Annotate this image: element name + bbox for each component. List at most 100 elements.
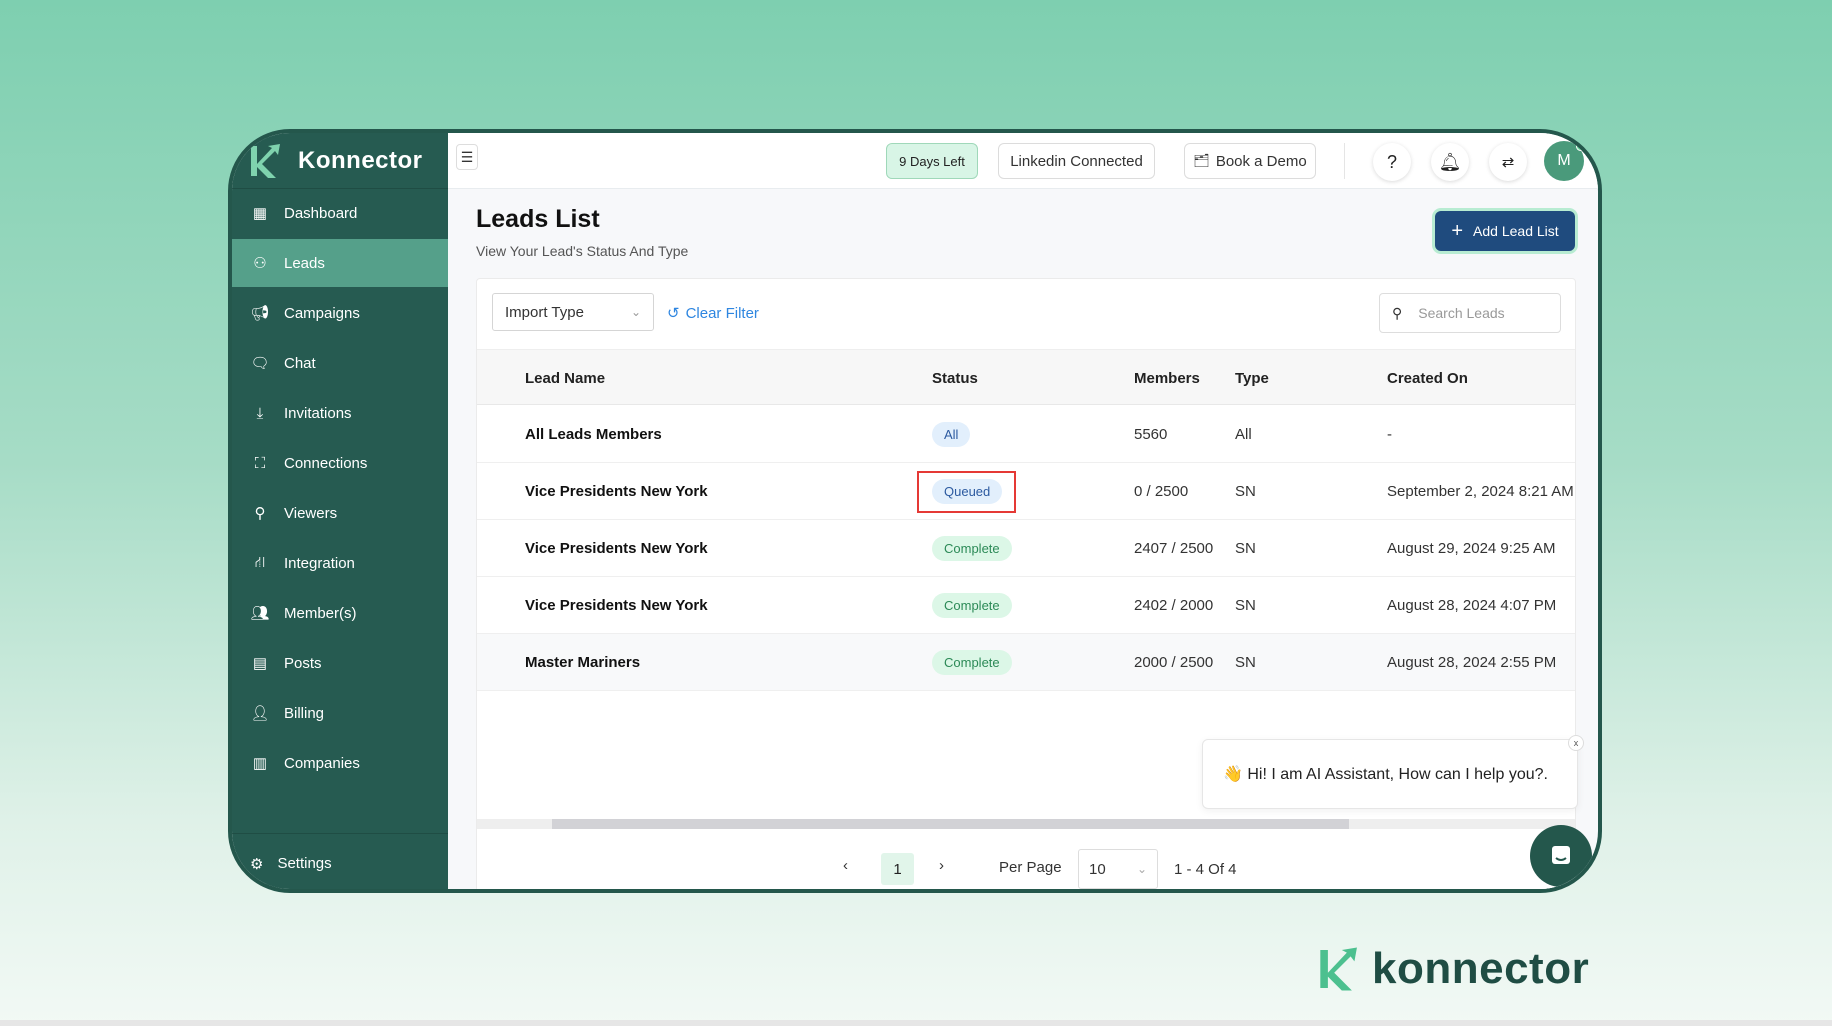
header-created-on[interactable]: Created On	[1387, 370, 1468, 387]
lead-name[interactable]: All Leads Members	[525, 426, 662, 443]
help-icon[interactable]: ?	[1373, 143, 1411, 181]
clear-filter-link[interactable]: ↺ Clear Filter	[667, 304, 759, 323]
scrollbar-thumb[interactable]	[552, 819, 1349, 829]
sidebar-item-label: Integration	[284, 554, 355, 572]
viewers-icon: ⚲	[254, 505, 266, 522]
created-on: August 28, 2024 4:07 PM	[1387, 597, 1557, 614]
import-type-label: Import Type	[505, 303, 584, 321]
sidebar-item-label: Member(s)	[284, 604, 357, 622]
table-row[interactable]: Master Mariners Complete 2000 / 2500 SN …	[477, 634, 1575, 691]
chat-icon: 🗨︎	[250, 355, 270, 372]
chevron-down-icon: ⌄	[630, 305, 641, 319]
chat-icon	[1552, 846, 1570, 864]
sidebar-item-leads[interactable]: ⚇ Leads	[232, 239, 448, 287]
header-status[interactable]: Status	[932, 370, 978, 387]
trial-days-badge[interactable]: 9 Days Left	[886, 143, 978, 179]
sidebar-item-campaigns[interactable]: 📢︎ Campaigns	[232, 289, 448, 337]
page-subtitle: View Your Lead's Status And Type	[476, 243, 689, 259]
sidebar-item-label: Chat	[284, 354, 316, 372]
linkedin-connected-button[interactable]: Linkedin Connected	[998, 143, 1155, 179]
sidebar-item-chat[interactable]: 🗨︎ Chat	[232, 339, 448, 387]
connections-icon: ⛶	[254, 454, 266, 472]
app-window: Konnector ▦ Dashboard ⚇ Leads 📢︎ Campaigns 🗨︎ C…	[228, 129, 1602, 893]
brand: Konnector	[232, 133, 448, 189]
lead-name[interactable]: Vice Presidents New York	[525, 540, 708, 557]
add-lead-list-button[interactable]: + Add Lead List	[1435, 211, 1575, 251]
close-chat-popup-button[interactable]: x	[1568, 735, 1584, 751]
divider	[1344, 143, 1345, 179]
status-badge: All	[932, 422, 971, 447]
lead-name[interactable]: Vice Presidents New York	[525, 483, 708, 500]
avatar-initial: M	[1557, 152, 1571, 169]
status-badge: Complete	[932, 536, 1012, 561]
ai-assistant-message: 👋 Hi! I am AI Assistant, How can I help …	[1223, 766, 1548, 783]
search-icon: ⚲	[1392, 304, 1403, 321]
megaphone-icon: 📢︎	[250, 305, 270, 322]
sidebar-item-posts[interactable]: ▤ Posts	[232, 639, 448, 687]
created-on: September 2, 2024 8:21 AM	[1387, 483, 1574, 500]
sidebar-item-viewers[interactable]: ⚲ Viewers	[232, 489, 448, 537]
horizontal-scrollbar[interactable]	[477, 819, 1575, 829]
chat-launcher-button[interactable]	[1530, 825, 1592, 887]
sidebar-item-billing[interactable]: 👤︎ Billing	[232, 689, 448, 737]
sidebar-item-connections[interactable]: ⛶ Connections	[232, 439, 448, 487]
sidebar-item-integration[interactable]: ⛙ Integration	[232, 539, 448, 587]
sidebar-item-label: Dashboard	[284, 204, 358, 222]
sidebar-item-label: Posts	[284, 654, 322, 672]
per-page-select[interactable]: 10 ⌄	[1078, 849, 1158, 889]
sidebar-item-label: Viewers	[284, 504, 338, 522]
lead-type: SN	[1235, 654, 1256, 671]
online-status-dot	[1576, 142, 1585, 151]
briefcase-icon: 🗂	[1193, 153, 1210, 168]
highlight-box	[917, 471, 1016, 513]
konnector-logo-icon	[1320, 947, 1357, 991]
sidebar-item-companies[interactable]: ▥ Companies	[232, 739, 448, 787]
members-icon: 👥︎	[250, 605, 270, 622]
avatar[interactable]: M	[1544, 141, 1585, 181]
import-type-select[interactable]: Import Type ⌄	[492, 293, 654, 331]
sidebar-item-members[interactable]: 👥︎ Member(s)	[232, 589, 448, 637]
members-count: 2000 / 2500	[1134, 654, 1214, 671]
sidebar-item-dashboard[interactable]: ▦ Dashboard	[232, 189, 448, 237]
ai-assistant-popup[interactable]: 👋 Hi! I am AI Assistant, How can I help …	[1202, 739, 1578, 809]
book-demo-button[interactable]: 🗂 Book a Demo	[1184, 143, 1316, 179]
sidebar-item-label: Campaigns	[284, 304, 360, 322]
sidebar-item-invitations[interactable]: ⤓ Invitations	[232, 389, 448, 437]
per-page-value: 10	[1089, 860, 1106, 878]
posts-icon: ▤	[252, 655, 268, 672]
bell-icon[interactable]: 🔔︎	[1431, 143, 1469, 181]
sidebar-item-label: Billing	[284, 704, 325, 722]
members-count: 2402 / 2000	[1134, 597, 1214, 614]
table-row[interactable]: All Leads Members All 5560 All -	[477, 406, 1575, 463]
next-page-button[interactable]: ›	[939, 857, 944, 874]
header-members[interactable]: Members	[1134, 370, 1200, 387]
created-on: -	[1387, 426, 1392, 443]
bottom-border	[0, 1020, 1832, 1026]
switch-account-icon[interactable]: ⇄	[1489, 143, 1527, 181]
hamburger-menu-button[interactable]: ☰	[456, 144, 478, 170]
status-badge: Complete	[932, 593, 1012, 618]
search-input[interactable]: ⚲ Search Leads	[1379, 293, 1561, 333]
table-header: Lead Name Status Members Type Created On	[477, 349, 1575, 405]
members-count: 5560	[1134, 426, 1168, 443]
prev-page-button[interactable]: ‹	[843, 857, 848, 874]
lead-name[interactable]: Master Mariners	[525, 654, 640, 671]
reset-icon: ↺	[667, 305, 680, 322]
leads-icon: ⚇	[253, 255, 267, 272]
lead-name[interactable]: Vice Presidents New York	[525, 597, 708, 614]
table-row[interactable]: Vice Presidents New York Complete 2407 /…	[477, 520, 1575, 577]
table-row[interactable]: Vice Presidents New York Queued 0 / 2500…	[477, 463, 1575, 520]
pagination: ‹ 1 › Per Page 10 ⌄ 1 - 4 Of 4	[477, 830, 1575, 889]
page-range: 1 - 4 Of 4	[1174, 861, 1237, 878]
lead-type: SN	[1235, 540, 1256, 557]
header-type[interactable]: Type	[1235, 370, 1269, 387]
lead-type: SN	[1235, 597, 1256, 614]
sidebar-item-settings[interactable]: ⚙ Settings	[232, 833, 448, 889]
clear-filter-label: Clear Filter	[685, 304, 759, 322]
table-row[interactable]: Vice Presidents New York Complete 2402 /…	[477, 577, 1575, 634]
bottom-logo-text: konnector	[1372, 944, 1590, 993]
page-1-button[interactable]: 1	[881, 853, 914, 885]
sidebar-item-label: Invitations	[284, 404, 352, 422]
integration-icon: ⛙	[254, 553, 266, 571]
header-lead-name[interactable]: Lead Name	[525, 370, 605, 387]
